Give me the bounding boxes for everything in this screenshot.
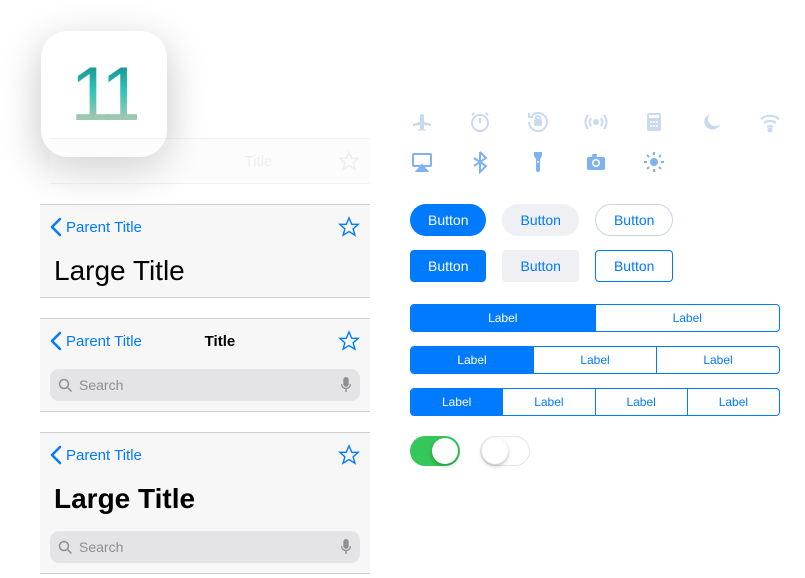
button-pill-gray[interactable]: Button xyxy=(502,204,578,236)
back-button[interactable]: Parent Title xyxy=(50,217,142,237)
large-title: Large Title xyxy=(40,249,370,297)
segmented-control-3[interactable]: Label Label Label xyxy=(410,346,780,374)
chevron-left-icon xyxy=(50,445,62,465)
microphone-icon[interactable] xyxy=(340,377,352,393)
segment[interactable]: Label xyxy=(411,389,502,415)
star-icon[interactable] xyxy=(338,444,360,466)
search-placeholder: Search xyxy=(79,539,123,555)
search-placeholder: Search xyxy=(79,377,123,393)
star-icon[interactable] xyxy=(338,330,360,352)
navbar-small: Parent Title Title Search xyxy=(40,318,370,412)
segment[interactable]: Label xyxy=(411,347,533,373)
rotation-lock-icon[interactable] xyxy=(526,110,550,134)
chevron-left-icon xyxy=(50,217,62,237)
flashlight-icon[interactable] xyxy=(526,150,550,174)
segment[interactable]: Label xyxy=(411,305,595,331)
timer-icon[interactable] xyxy=(468,110,492,134)
switch-on[interactable] xyxy=(410,436,460,466)
control-center-icons xyxy=(410,110,780,174)
search-icon xyxy=(58,540,73,555)
segment[interactable]: Label xyxy=(687,389,779,415)
search-input[interactable]: Search xyxy=(50,531,360,563)
navbar-large-1: Parent Title Large Title xyxy=(40,204,370,298)
segment[interactable]: Label xyxy=(502,389,594,415)
navbar-faded: Title xyxy=(50,138,370,184)
segment[interactable]: Label xyxy=(533,347,656,373)
moon-icon[interactable] xyxy=(700,110,724,134)
nav-title: Title xyxy=(179,153,338,170)
back-label: Parent Title xyxy=(66,447,142,464)
button-rect-filled[interactable]: Button xyxy=(410,250,486,282)
hotspot-icon[interactable] xyxy=(584,110,608,134)
back-label: Parent Title xyxy=(66,219,142,236)
back-button[interactable]: Parent Title xyxy=(50,445,142,465)
navbar-large-2: Parent Title Large Title Search xyxy=(40,432,370,574)
microphone-icon[interactable] xyxy=(340,539,352,555)
app-icon-label: 11 xyxy=(71,51,138,138)
wifi-icon[interactable] xyxy=(758,110,782,134)
airplay-icon[interactable] xyxy=(410,150,434,174)
segment[interactable]: Label xyxy=(595,305,780,331)
button-rect-gray[interactable]: Button xyxy=(502,250,578,282)
segment[interactable]: Label xyxy=(656,347,779,373)
segmented-control-4[interactable]: Label Label Label Label xyxy=(410,388,780,416)
button-pill-outline[interactable]: Button xyxy=(595,204,673,236)
bluetooth-icon[interactable] xyxy=(468,150,492,174)
nav-title: Title xyxy=(102,333,338,350)
search-input[interactable]: Search xyxy=(50,369,360,401)
star-icon[interactable] xyxy=(338,216,360,238)
search-icon xyxy=(58,378,73,393)
button-pill-filled[interactable]: Button xyxy=(410,204,486,236)
airplane-icon[interactable] xyxy=(410,110,434,134)
camera-icon[interactable] xyxy=(584,150,608,174)
large-title: Large Title xyxy=(40,477,370,525)
brightness-icon[interactable] xyxy=(642,150,666,174)
switch-off[interactable] xyxy=(480,436,530,466)
calculator-icon[interactable] xyxy=(642,110,666,134)
segmented-control-2[interactable]: Label Label xyxy=(410,304,780,332)
segment[interactable]: Label xyxy=(595,389,687,415)
button-rect-outline[interactable]: Button xyxy=(595,250,673,282)
chevron-left-icon xyxy=(50,331,62,351)
star-icon xyxy=(338,150,360,172)
